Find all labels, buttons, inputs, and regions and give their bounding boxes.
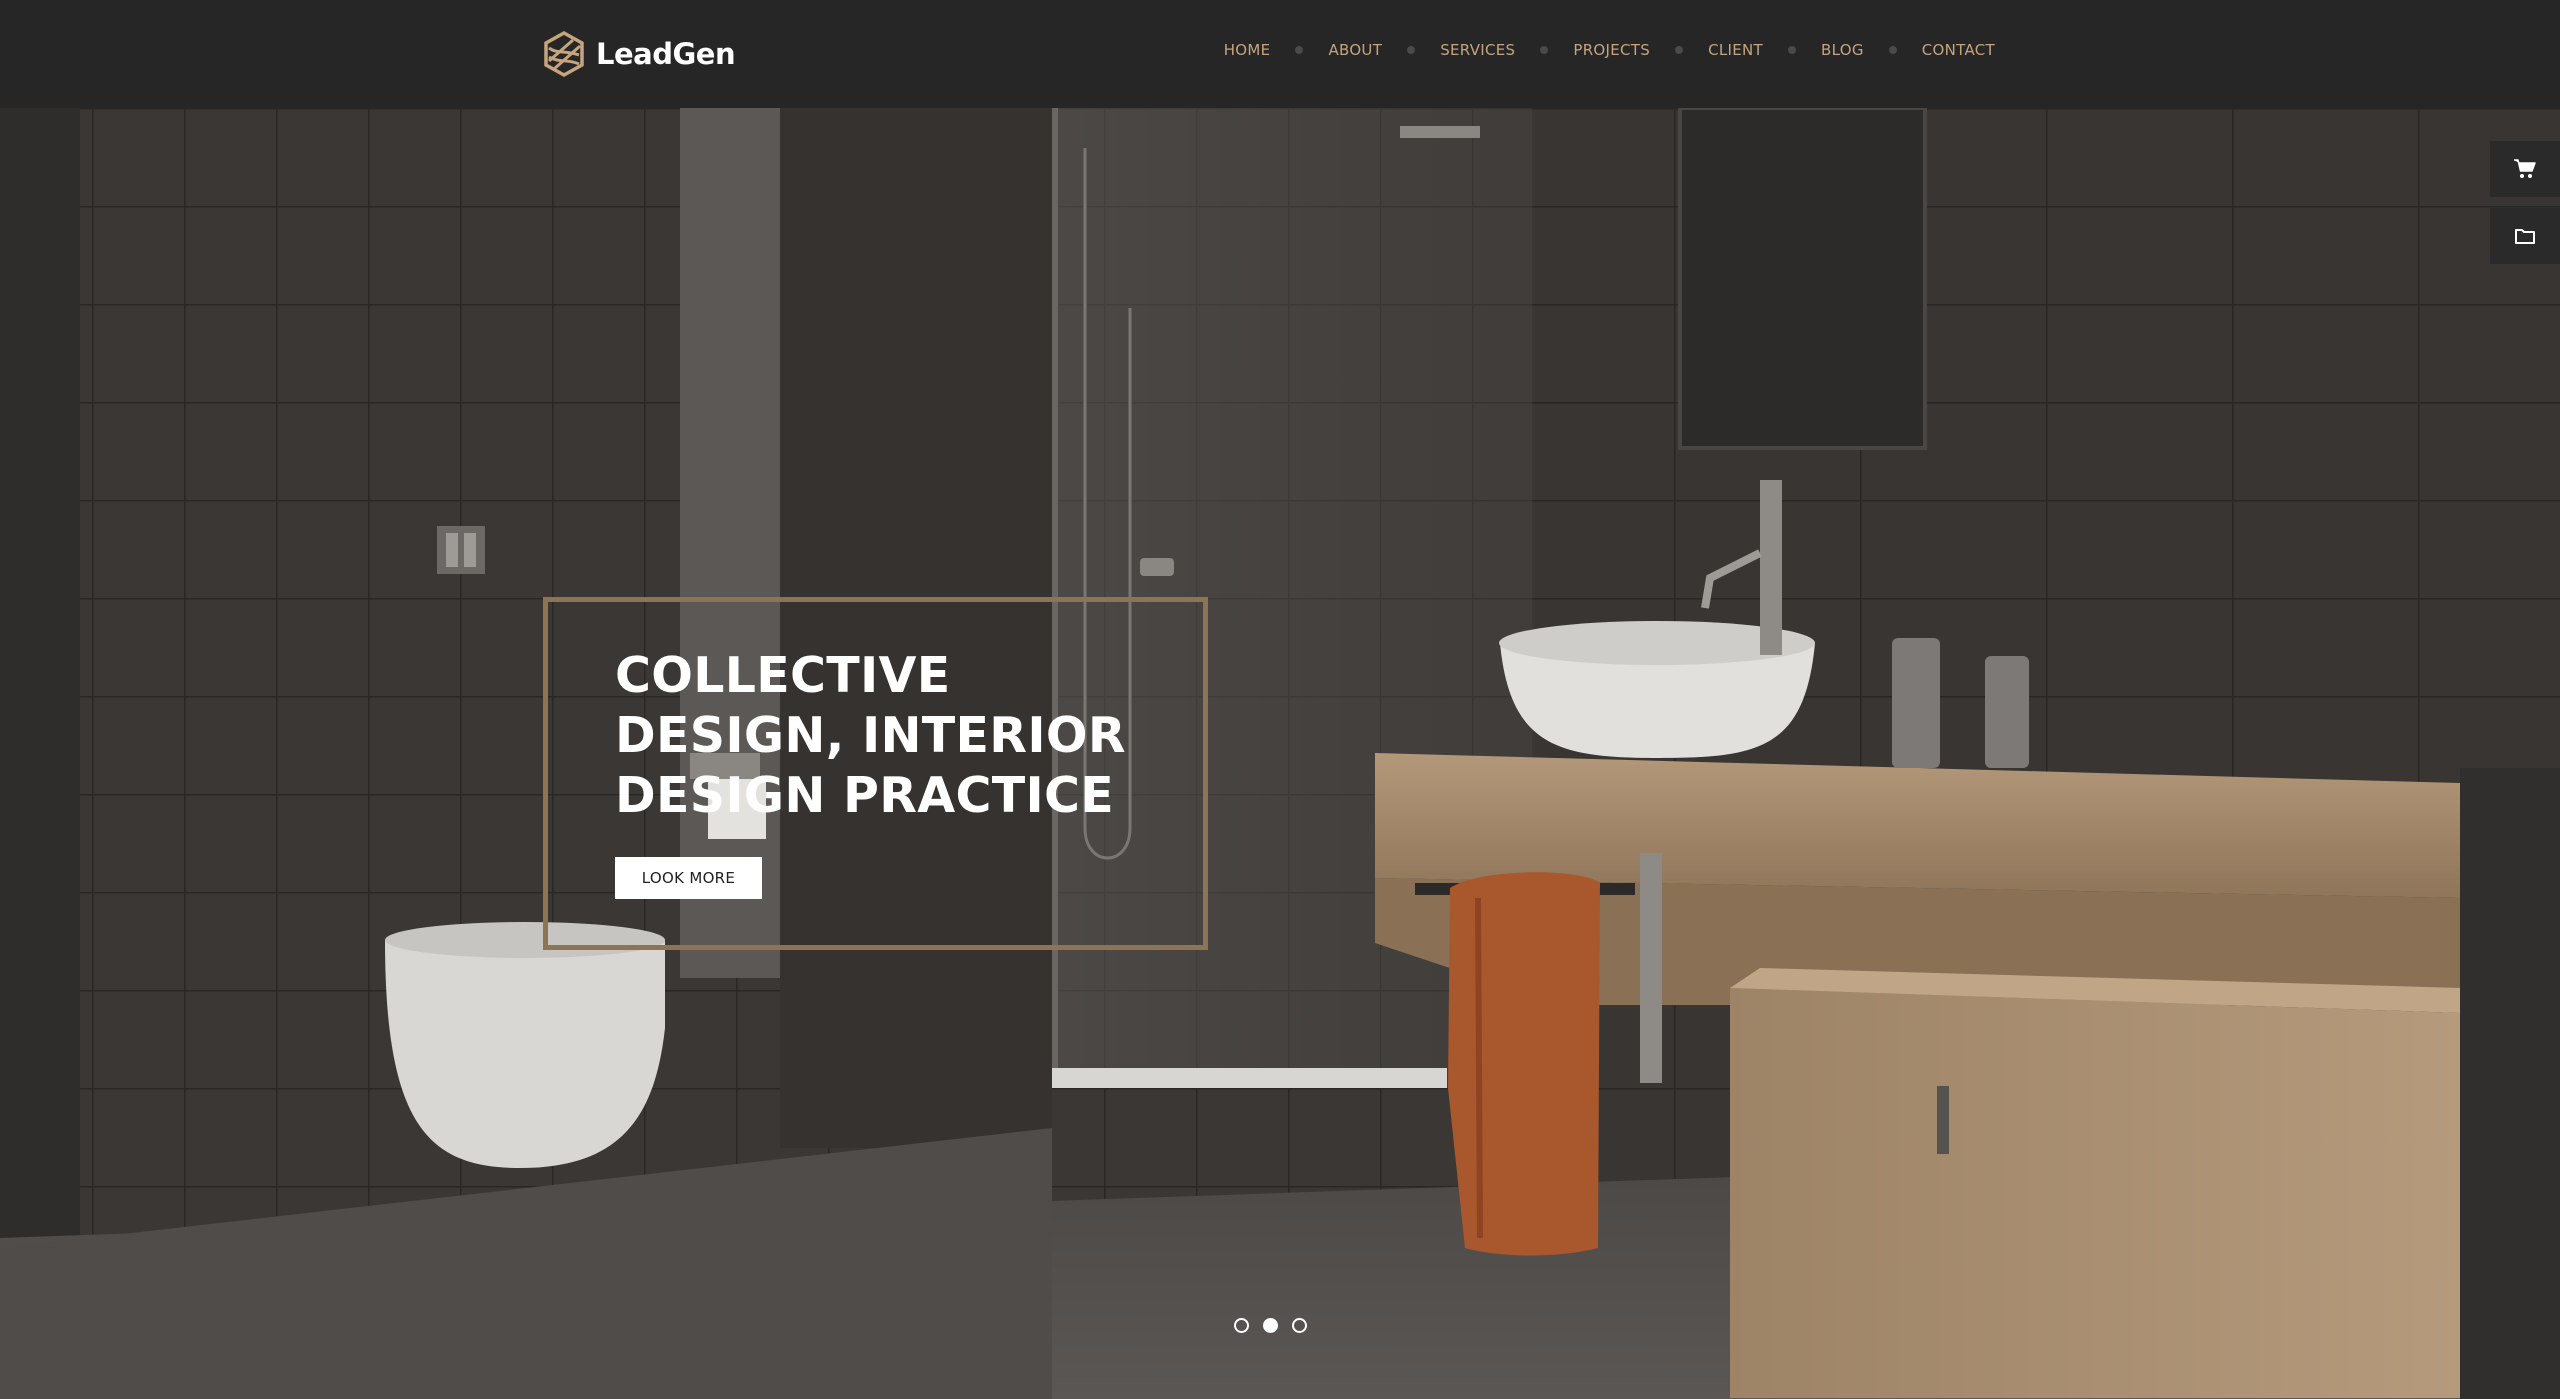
slider-pagination — [1234, 1318, 1321, 1333]
hero-headline: COLLECTIVE DESIGN, INTERIOR DESIGN PRACT… — [615, 646, 1175, 826]
nav-item-contact[interactable]: CONTACT — [1922, 41, 1995, 59]
site-header: LeadGen HOME ABOUT SERVICES PROJECTS CLI… — [0, 0, 2560, 108]
nav-item-about[interactable]: ABOUT — [1328, 41, 1382, 59]
nav-separator — [1407, 46, 1416, 54]
hero-background-image — [0, 108, 2560, 1399]
nav-separator — [1788, 46, 1797, 54]
hero-slider: COLLECTIVE DESIGN, INTERIOR DESIGN PRACT… — [0, 108, 2560, 1399]
main-nav: HOME ABOUT SERVICES PROJECTS CLIENT BLOG… — [1224, 41, 1995, 59]
nav-item-projects[interactable]: PROJECTS — [1573, 41, 1650, 59]
look-more-button[interactable]: LOOK MORE — [615, 857, 762, 899]
nav-item-home[interactable]: HOME — [1224, 41, 1271, 59]
hero-headline-line: DESIGN, INTERIOR — [615, 707, 1126, 764]
slider-dot-active[interactable] — [1263, 1318, 1278, 1333]
slider-dot[interactable] — [1234, 1318, 1249, 1333]
leadgen-logo-icon — [544, 31, 584, 77]
nav-separator — [1295, 46, 1304, 54]
folder-button[interactable] — [2490, 208, 2560, 264]
hero-headline-line: COLLECTIVE — [615, 647, 951, 704]
nav-separator — [1540, 46, 1549, 54]
nav-item-services[interactable]: SERVICES — [1440, 41, 1515, 59]
cart-button[interactable] — [2490, 141, 2560, 197]
cart-icon — [2514, 159, 2536, 178]
hero-headline-line: DESIGN PRACTICE — [615, 767, 1115, 824]
folder-icon — [2515, 229, 2535, 244]
brand-name: LeadGen — [596, 37, 736, 71]
nav-separator — [1888, 46, 1897, 54]
nav-separator — [1675, 46, 1684, 54]
brand-logo[interactable]: LeadGen — [543, 31, 736, 77]
nav-item-blog[interactable]: BLOG — [1821, 41, 1864, 59]
nav-item-client[interactable]: CLIENT — [1708, 41, 1763, 59]
slider-dot[interactable] — [1292, 1318, 1307, 1333]
